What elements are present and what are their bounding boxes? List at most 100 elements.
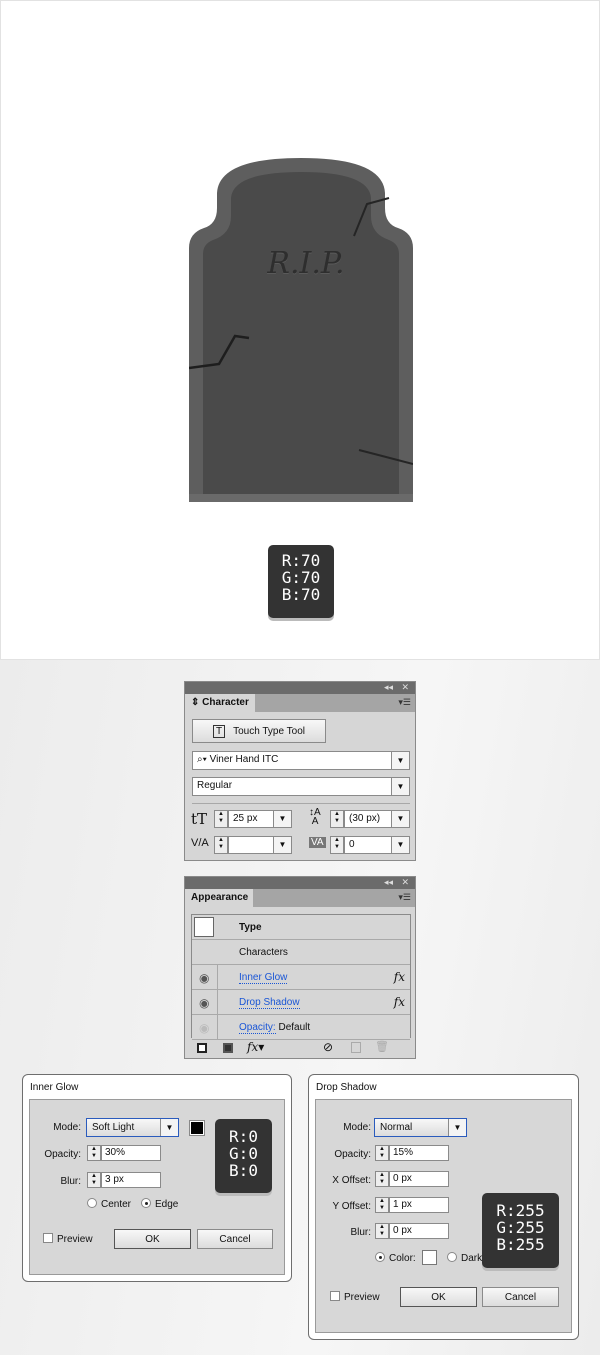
panel-menu-icon[interactable]: ▾☰ — [398, 892, 411, 903]
characters-row[interactable]: Characters — [192, 940, 410, 965]
tracking-stepper[interactable]: ▲ ▼ — [330, 836, 344, 854]
ok-button[interactable]: OK — [400, 1287, 477, 1307]
x-offset-stepper[interactable]: ▲ ▼ — [375, 1171, 389, 1187]
preview-checkbox[interactable]: Preview — [330, 1291, 380, 1303]
type-row[interactable]: Type — [192, 915, 410, 940]
tombstone — [189, 158, 413, 502]
blur-stepper[interactable]: ▲ ▼ — [375, 1223, 389, 1239]
opacity-link[interactable]: Opacity: — [239, 1022, 276, 1034]
drop-shadow-dialog: Drop Shadow Mode: Normal ▼ Opacity: ▲ ▼ 15… — [308, 1074, 579, 1340]
drop-shadow-row[interactable]: ◉ Drop Shadow fx — [192, 990, 410, 1015]
darkness-radio[interactable]: Dark — [447, 1252, 482, 1264]
panel-titlebar[interactable]: ◂◂ ✕ — [185, 877, 415, 889]
appearance-panel: ◂◂ ✕ Appearance ▾☰ Type Characters ◉ Inner … — [184, 876, 416, 1059]
dialog-title: Drop Shadow — [316, 1082, 377, 1093]
inner-glow-dialog: Inner Glow Mode: Soft Light ▼ Opacity: ▲ ▼… — [22, 1074, 292, 1282]
eye-icon[interactable]: ◉ — [199, 1021, 209, 1035]
blur-input[interactable]: 3 px — [101, 1172, 161, 1188]
opacity-row[interactable]: ◉ Opacity: Default — [192, 1015, 410, 1040]
font-family-select[interactable]: ⌕▾ Viner Hand ITC ▼ — [192, 751, 410, 770]
chevron-down-icon[interactable]: ▼ — [391, 778, 409, 795]
add-fill-icon[interactable] — [223, 1043, 233, 1053]
y-offset-stepper[interactable]: ▲ ▼ — [375, 1197, 389, 1213]
fx-icon[interactable]: fx — [394, 995, 405, 1009]
color-label-white: R:255 G:255 B:255 — [482, 1193, 559, 1268]
close-icon[interactable]: ✕ — [401, 877, 409, 888]
chevron-down-icon[interactable]: ▼ — [391, 811, 409, 827]
rip-text: R.I.P. — [267, 246, 345, 281]
panel-titlebar[interactable]: ◂◂ ✕ — [185, 682, 415, 694]
duplicate-icon[interactable] — [351, 1042, 361, 1053]
leading-stepper[interactable]: ▲ ▼ — [330, 810, 344, 828]
fx-icon[interactable]: fx — [394, 970, 405, 984]
eye-icon[interactable]: ◉ — [199, 996, 209, 1010]
cancel-button[interactable]: Cancel — [197, 1229, 273, 1249]
chevron-down-icon[interactable]: ▼ — [273, 811, 291, 827]
y-offset-input[interactable]: 1 px — [389, 1197, 449, 1213]
drop-shadow-link[interactable]: Drop Shadow — [239, 997, 300, 1009]
opacity-input[interactable]: 30% — [101, 1145, 161, 1161]
chevron-down-icon: ▼ — [160, 1119, 178, 1136]
opacity-label: Opacity: — [334, 1149, 371, 1160]
chevron-down-icon[interactable]: ▼ — [273, 837, 291, 853]
inner-glow-row[interactable]: ◉ Inner Glow fx — [192, 965, 410, 990]
mode-select[interactable]: Normal ▼ — [374, 1118, 467, 1137]
opacity-input[interactable]: 15% — [389, 1145, 449, 1161]
add-stroke-icon[interactable] — [197, 1043, 207, 1053]
inner-glow-link[interactable]: Inner Glow — [239, 972, 288, 984]
divider — [192, 803, 410, 804]
chevron-down-icon: ▼ — [448, 1119, 466, 1136]
y-offset-label: Y Offset: — [332, 1201, 371, 1212]
dialog-title: Inner Glow — [30, 1082, 79, 1093]
appearance-list: Type Characters ◉ Inner Glow fx ◉ Drop Shad… — [191, 914, 411, 1040]
character-panel: ◂◂ ✕ ⇕ Character ▾☰ T Touch Type Tool ⌕▾ Vi… — [184, 681, 416, 861]
panel-menu-icon[interactable]: ▾☰ — [398, 697, 411, 708]
mode-label: Mode: — [343, 1122, 371, 1133]
kerning-stepper[interactable]: ▲ ▼ — [214, 836, 228, 854]
collapse-icon[interactable]: ◂◂ — [384, 877, 393, 888]
kerning-icon: V/A — [191, 837, 209, 849]
tab-appearance[interactable]: Appearance — [185, 889, 253, 907]
ok-button[interactable]: OK — [114, 1229, 191, 1249]
font-size-stepper[interactable]: ▲ ▼ — [214, 810, 228, 828]
tracking-input[interactable]: 0 ▼ — [344, 836, 410, 854]
tracking-icon: VA — [309, 837, 326, 848]
kerning-input[interactable]: ▼ — [228, 836, 292, 854]
blur-stepper[interactable]: ▲ ▼ — [87, 1172, 101, 1188]
opacity-stepper[interactable]: ▲ ▼ — [87, 1145, 101, 1161]
x-offset-input[interactable]: 0 px — [389, 1171, 449, 1187]
blur-label: Blur: — [350, 1227, 371, 1238]
type-thumbnail — [194, 917, 214, 937]
leading-input[interactable]: (30 px) ▼ — [344, 810, 410, 828]
preview-checkbox[interactable]: Preview — [43, 1233, 93, 1245]
color-label-70: R:70 G:70 B:70 — [268, 545, 334, 618]
font-style-select[interactable]: Regular ▼ — [192, 777, 410, 796]
edge-radio[interactable]: Edge — [141, 1198, 178, 1210]
cancel-button[interactable]: Cancel — [482, 1287, 559, 1307]
color-radio[interactable]: Color: — [375, 1252, 416, 1264]
blue-value: B:70 — [281, 584, 321, 604]
mode-select[interactable]: Soft Light ▼ — [86, 1118, 179, 1137]
tab-character[interactable]: ⇕ Character — [185, 694, 255, 712]
chevron-down-icon[interactable]: ▼ — [391, 752, 409, 769]
touch-type-tool-button[interactable]: T Touch Type Tool — [192, 719, 326, 743]
font-size-input[interactable]: 25 px ▼ — [228, 810, 292, 828]
blur-input[interactable]: 0 px — [389, 1223, 449, 1239]
eye-icon[interactable]: ◉ — [199, 971, 209, 985]
trash-icon[interactable]: 🗑 — [375, 1040, 389, 1053]
search-icon: ⌕▾ — [197, 754, 210, 765]
close-icon[interactable]: ✕ — [401, 682, 409, 693]
blur-label: Blur: — [60, 1176, 81, 1187]
color-label-black: R:0 G:0 B:0 — [215, 1119, 272, 1193]
x-offset-label: X Offset: — [332, 1175, 371, 1186]
shadow-color-swatch[interactable] — [422, 1250, 437, 1265]
add-effect-icon[interactable]: fx▾ — [247, 1040, 264, 1054]
touch-type-icon: T — [212, 725, 226, 738]
chevron-down-icon[interactable]: ▼ — [391, 837, 409, 853]
glow-color-swatch[interactable] — [189, 1120, 205, 1136]
clear-appearance-icon[interactable]: ⊘ — [323, 1040, 333, 1054]
collapse-icon[interactable]: ◂◂ — [384, 682, 393, 693]
opacity-stepper[interactable]: ▲ ▼ — [375, 1145, 389, 1161]
center-radio[interactable]: Center — [87, 1198, 131, 1210]
opacity-label: Opacity: — [44, 1149, 81, 1160]
